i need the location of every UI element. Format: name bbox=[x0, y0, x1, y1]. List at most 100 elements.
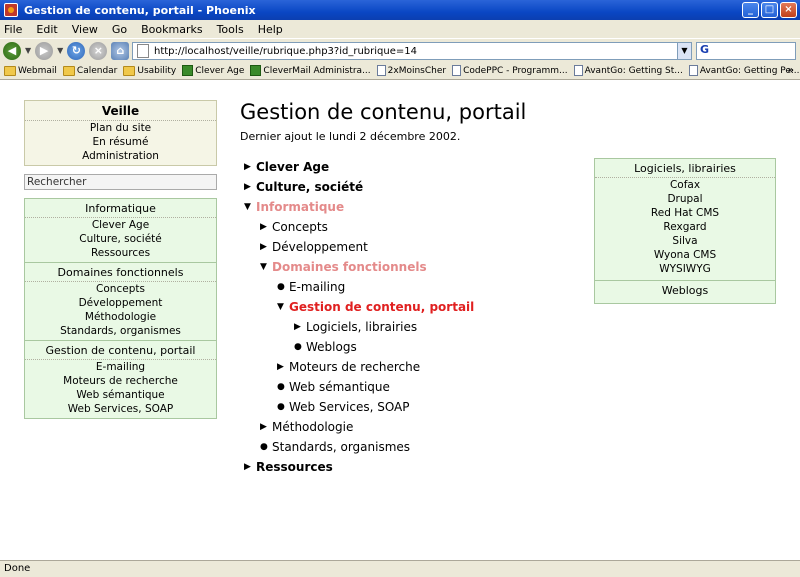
nav-group-title[interactable]: Weblogs bbox=[595, 281, 775, 301]
menu-edit[interactable]: Edit bbox=[36, 23, 57, 36]
site-favicon-icon bbox=[250, 65, 262, 76]
nav-item[interactable]: Silva bbox=[595, 234, 775, 248]
bookmark-avantgo-1[interactable]: AvantGo: Getting St... bbox=[573, 65, 683, 76]
tree-item[interactable]: ▶ Logiciels, librairies bbox=[240, 317, 600, 337]
page-icon bbox=[688, 65, 698, 76]
tree-item[interactable]: ▼ Gestion de contenu, portail bbox=[240, 297, 600, 317]
tree-item-label[interactable]: Ressources bbox=[256, 460, 333, 474]
stop-icon[interactable]: × bbox=[89, 41, 108, 60]
tree-item-label[interactable]: Clever Age bbox=[256, 160, 329, 174]
link-en-resume[interactable]: En résumé bbox=[25, 135, 216, 149]
page-icon bbox=[137, 44, 149, 58]
back-dropdown-icon[interactable]: ▼ bbox=[25, 46, 31, 55]
forward-icon[interactable]: ▶ bbox=[35, 41, 54, 60]
bullet-icon: ● bbox=[277, 282, 285, 292]
tree-item[interactable]: ▼ Domaines fonctionnels bbox=[240, 257, 600, 277]
back-icon[interactable]: ◀ bbox=[3, 41, 21, 60]
nav-group-title[interactable]: Gestion de contenu, portail bbox=[25, 341, 216, 360]
nav-item[interactable]: Wyona CMS bbox=[595, 248, 775, 262]
tree-item-label[interactable]: Logiciels, librairies bbox=[306, 320, 417, 334]
bullet-icon: ● bbox=[294, 342, 302, 352]
link-plan-du-site[interactable]: Plan du site bbox=[25, 121, 216, 135]
nav-item[interactable]: Drupal bbox=[595, 192, 775, 206]
nav-item[interactable]: Culture, société bbox=[25, 232, 216, 246]
tree-item[interactable]: ▼ Informatique bbox=[240, 197, 600, 217]
menu-go[interactable]: Go bbox=[112, 23, 127, 36]
nav-item[interactable]: Web Services, SOAP bbox=[25, 402, 216, 416]
nav-item[interactable]: WYSIWYG bbox=[595, 262, 775, 278]
tree-item-label[interactable]: Informatique bbox=[256, 200, 344, 214]
tree-item[interactable]: ▶ Méthodologie bbox=[240, 417, 600, 437]
bookmark-2xmoinscher[interactable]: 2xMoinsCher bbox=[376, 65, 446, 76]
home-icon[interactable]: ⌂ bbox=[111, 41, 130, 60]
nav-item[interactable]: Ressources bbox=[25, 246, 216, 260]
last-update-text: Dernier ajout le lundi 2 décembre 2002. bbox=[240, 130, 461, 143]
tree-item[interactable]: ▶ Clever Age bbox=[240, 157, 600, 177]
nav-item[interactable]: Moteurs de recherche bbox=[25, 374, 216, 388]
nav-item[interactable]: Rexgard bbox=[595, 220, 775, 234]
nav-item[interactable]: Clever Age bbox=[25, 218, 216, 232]
bookmark-webmail[interactable]: Webmail bbox=[4, 65, 57, 76]
url-bar[interactable]: http://localhost/veille/rubrique.php3?id… bbox=[132, 42, 692, 60]
menu-file[interactable]: File bbox=[4, 23, 22, 36]
tree-item-label[interactable]: Concepts bbox=[272, 220, 328, 234]
page-icon bbox=[573, 65, 583, 76]
menu-tools[interactable]: Tools bbox=[217, 23, 244, 36]
nav-item[interactable]: Web sémantique bbox=[25, 388, 216, 402]
forward-dropdown-icon[interactable]: ▼ bbox=[57, 46, 63, 55]
tree-item[interactable]: ● Standards, organismes bbox=[240, 437, 600, 457]
tree-item[interactable]: ▶ Concepts bbox=[240, 217, 600, 237]
nav-item[interactable]: Red Hat CMS bbox=[595, 206, 775, 220]
nav-group-title[interactable]: Domaines fonctionnels bbox=[25, 263, 216, 282]
nav-group-title[interactable]: Informatique bbox=[25, 199, 216, 218]
tree-item[interactable]: ● Web Services, SOAP bbox=[240, 397, 600, 417]
search-input[interactable]: G bbox=[696, 42, 796, 60]
bookmark-avantgo-2[interactable]: AvantGo: Getting Pe... bbox=[688, 65, 800, 76]
nav-item[interactable]: Méthodologie bbox=[25, 310, 216, 324]
url-dropdown-icon[interactable]: ▼ bbox=[677, 43, 691, 59]
nav-item[interactable]: E-mailing bbox=[25, 360, 216, 374]
menu-view[interactable]: View bbox=[72, 23, 98, 36]
bookmark-usability[interactable]: Usability bbox=[123, 65, 177, 76]
tree-item-label[interactable]: Web sémantique bbox=[289, 380, 390, 394]
maximize-icon[interactable]: □ bbox=[761, 2, 778, 18]
nav-group-title[interactable]: Logiciels, librairies bbox=[595, 159, 775, 178]
close-icon[interactable]: × bbox=[780, 2, 797, 18]
bookmark-calendar[interactable]: Calendar bbox=[62, 65, 117, 76]
tree-item[interactable]: ▶ Développement bbox=[240, 237, 600, 257]
tree-item-label[interactable]: Culture, société bbox=[256, 180, 363, 194]
tree-item[interactable]: ▶ Culture, société bbox=[240, 177, 600, 197]
tree-item-label[interactable]: Développement bbox=[272, 240, 368, 254]
minimize-icon[interactable]: _ bbox=[742, 2, 759, 18]
tree-item-label[interactable]: Weblogs bbox=[306, 340, 357, 354]
nav-item[interactable]: Concepts bbox=[25, 282, 216, 296]
nav-item[interactable]: Cofax bbox=[595, 178, 775, 192]
tree-item[interactable]: ▶ Moteurs de recherche bbox=[240, 357, 600, 377]
tree-item-label[interactable]: Moteurs de recherche bbox=[289, 360, 420, 374]
tree-item-label[interactable]: Gestion de contenu, portail bbox=[289, 300, 474, 314]
search-input[interactable]: Rechercher bbox=[24, 174, 217, 190]
left-nav-box: Informatique Clever Age Culture, société… bbox=[24, 198, 217, 419]
tree-item-label[interactable]: Méthodologie bbox=[272, 420, 353, 434]
tree-item[interactable]: ● E-mailing bbox=[240, 277, 600, 297]
tree-item[interactable]: ● Weblogs bbox=[240, 337, 600, 357]
reload-icon[interactable]: ↻ bbox=[67, 41, 86, 60]
collapsed-arrow-icon: ▶ bbox=[244, 462, 251, 472]
menu-bookmarks[interactable]: Bookmarks bbox=[141, 23, 202, 36]
nav-item[interactable]: Standards, organismes bbox=[25, 324, 216, 338]
menu-help[interactable]: Help bbox=[258, 23, 283, 36]
bookmark-clevermail[interactable]: CleverMail Administra... bbox=[250, 65, 371, 76]
tree-item-label[interactable]: Standards, organismes bbox=[272, 440, 410, 454]
nav-group-domaines: Domaines fonctionnels Concepts Développe… bbox=[25, 263, 216, 341]
bookmarks-overflow-icon[interactable]: » bbox=[788, 65, 794, 76]
tree-item[interactable]: ● Web sémantique bbox=[240, 377, 600, 397]
nav-item[interactable]: Développement bbox=[25, 296, 216, 310]
bookmark-label: Usability bbox=[137, 65, 177, 76]
tree-item-label[interactable]: Domaines fonctionnels bbox=[272, 260, 427, 274]
bookmark-codeppc[interactable]: CodePPC - Programm... bbox=[452, 65, 568, 76]
tree-item-label[interactable]: E-mailing bbox=[289, 280, 345, 294]
bookmark-clever-age[interactable]: Clever Age bbox=[182, 65, 244, 76]
link-administration[interactable]: Administration bbox=[25, 149, 216, 165]
tree-item-label[interactable]: Web Services, SOAP bbox=[289, 400, 410, 414]
tree-item[interactable]: ▶ Ressources bbox=[240, 457, 600, 477]
